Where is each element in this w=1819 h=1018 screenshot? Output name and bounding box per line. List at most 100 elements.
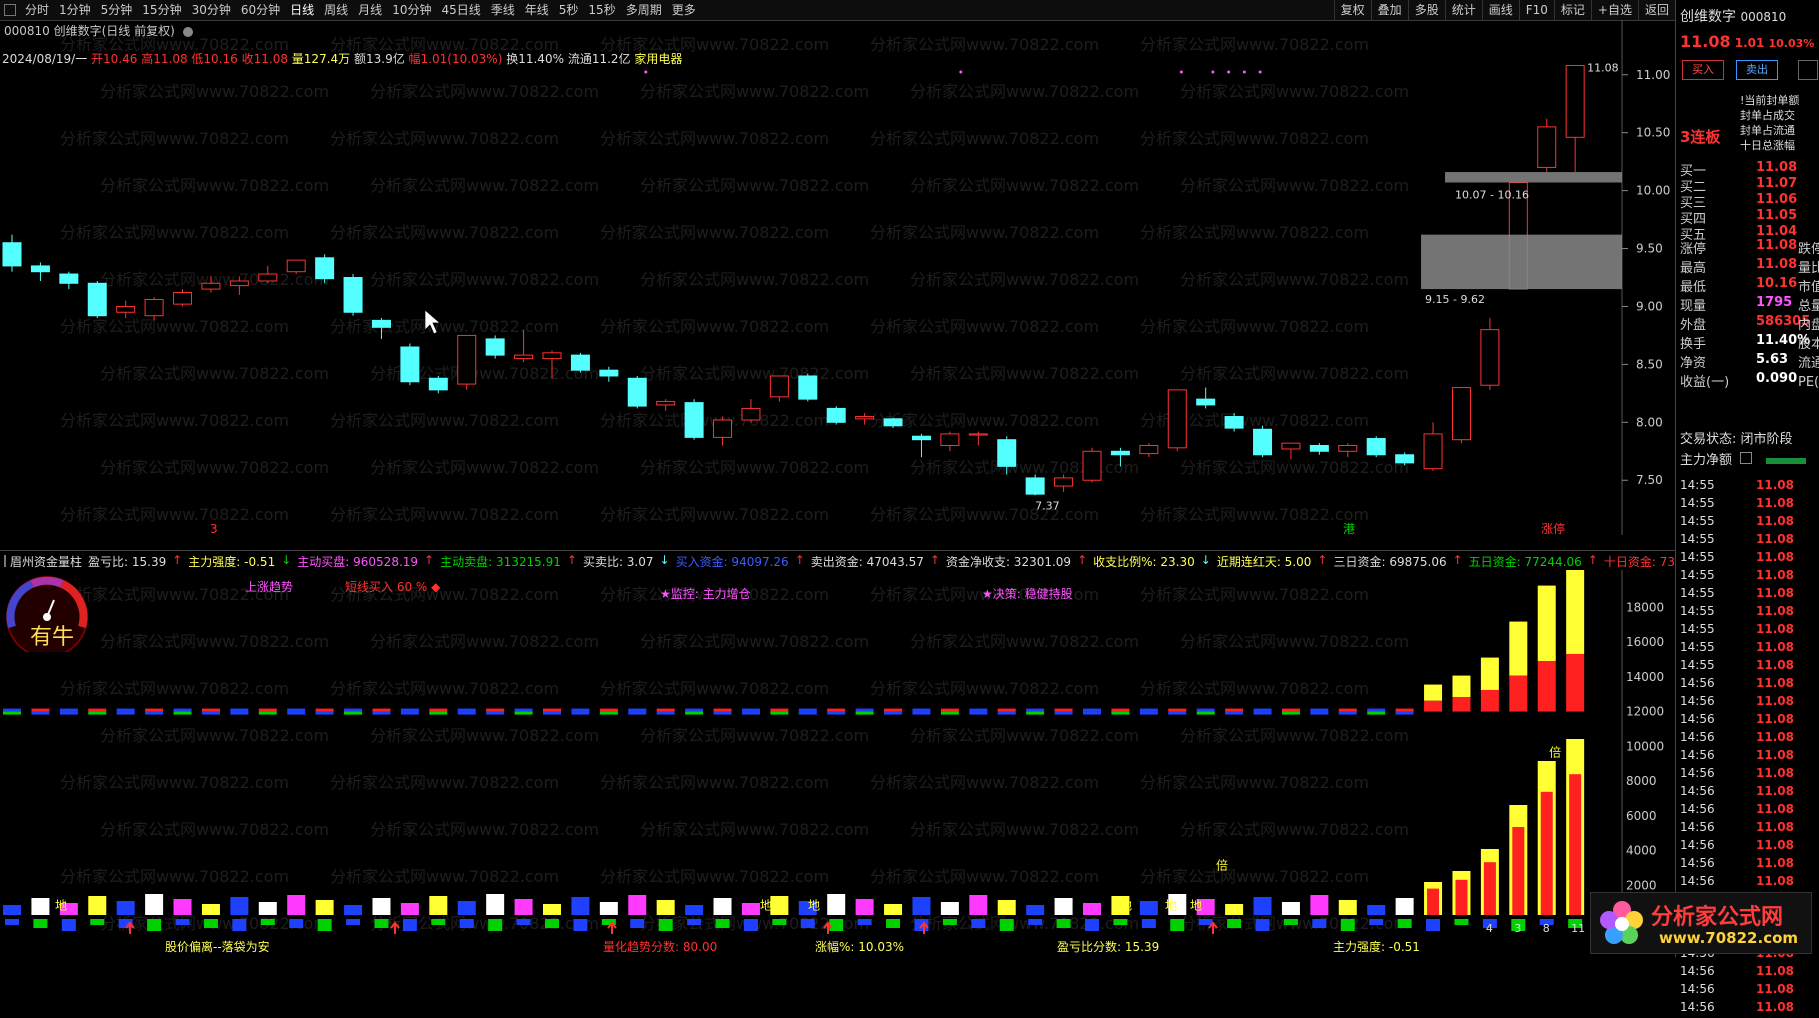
indicator-chart[interactable]: 18000 16000 14000 12000 10000 8000 6000 4000 200… xyxy=(0,570,1675,938)
candle-body[interactable] xyxy=(826,407,846,423)
candle-body[interactable] xyxy=(997,439,1017,467)
buy-button[interactable]: 买入 xyxy=(1682,60,1724,80)
candle-body[interactable] xyxy=(713,419,733,438)
volume-bar xyxy=(258,902,277,915)
candle-body[interactable] xyxy=(1196,398,1216,406)
period-tab-1[interactable]: 1分钟 xyxy=(54,0,96,20)
candle-body[interactable] xyxy=(769,375,789,398)
volume-bar xyxy=(3,905,21,915)
candle-body[interactable] xyxy=(855,416,875,420)
sell-button[interactable]: 卖出 xyxy=(1736,60,1778,80)
indicator-name[interactable]: 眉州资金量柱 xyxy=(10,553,82,570)
candle-body[interactable] xyxy=(201,282,221,290)
tool-0[interactable]: 复权 xyxy=(1333,0,1371,20)
candle-body[interactable] xyxy=(741,407,761,421)
candle-body[interactable] xyxy=(343,277,363,313)
tool-8[interactable]: 返回 xyxy=(1637,0,1675,20)
candle-body[interactable] xyxy=(570,354,590,371)
candle-body[interactable] xyxy=(457,334,477,385)
candle-body[interactable] xyxy=(1253,428,1273,456)
period-tab-11[interactable]: 季线 xyxy=(486,0,520,20)
period-tab-13[interactable]: 5秒 xyxy=(554,0,584,20)
info-icon[interactable] xyxy=(182,26,193,37)
candle-body[interactable] xyxy=(627,377,647,407)
period-tab-4[interactable]: 30分钟 xyxy=(187,0,236,20)
indicator-toggle-icon[interactable] xyxy=(4,555,6,567)
candle-body[interactable] xyxy=(87,282,107,317)
period-tab-10[interactable]: 45日线 xyxy=(436,0,485,20)
candle-body[interactable] xyxy=(116,305,136,313)
period-tab-2[interactable]: 5分钟 xyxy=(96,0,138,20)
candle-body[interactable] xyxy=(1366,438,1386,456)
candle-body[interactable] xyxy=(2,242,22,267)
candle-body[interactable] xyxy=(1309,444,1329,452)
candle-body[interactable] xyxy=(400,346,420,383)
candle-body[interactable] xyxy=(1139,444,1159,455)
period-tab-14[interactable]: 15秒 xyxy=(583,0,620,20)
tool-7[interactable]: +自选 xyxy=(1590,0,1638,20)
period-tab-5[interactable]: 60分钟 xyxy=(236,0,285,20)
candle-body[interactable] xyxy=(1224,416,1244,429)
candle-body[interactable] xyxy=(883,418,903,427)
tick-time: 14:56 xyxy=(1680,964,1715,978)
flow-bar xyxy=(429,708,448,712)
indicator-value-11: ↑ xyxy=(794,552,805,567)
period-tab-9[interactable]: 10分钟 xyxy=(387,0,436,20)
candle-body[interactable] xyxy=(684,402,704,438)
candle-body[interactable] xyxy=(229,280,249,287)
period-tab-0[interactable]: 分时 xyxy=(20,0,54,20)
period-tab-3[interactable]: 15分钟 xyxy=(137,0,186,20)
tick-time: 14:55 xyxy=(1680,514,1715,528)
candle-body[interactable] xyxy=(1395,454,1415,464)
candle-body[interactable] xyxy=(315,257,335,280)
candle-body[interactable] xyxy=(940,433,960,446)
candle-body[interactable] xyxy=(1423,433,1443,470)
candle-body[interactable] xyxy=(30,265,50,273)
candle-body[interactable] xyxy=(1281,442,1301,450)
candle-body[interactable] xyxy=(911,435,931,441)
candle-body[interactable] xyxy=(59,273,79,284)
candle-body[interactable] xyxy=(514,354,534,360)
candle-body[interactable] xyxy=(1537,126,1557,168)
candle-body[interactable] xyxy=(144,299,164,317)
period-tab-12[interactable]: 年线 xyxy=(520,0,554,20)
tool-5[interactable]: F10 xyxy=(1518,0,1554,20)
window-toggle-icon[interactable] xyxy=(4,4,16,16)
candle-body[interactable] xyxy=(1054,477,1074,487)
period-tab-7[interactable]: 周线 xyxy=(319,0,353,20)
tool-2[interactable]: 多股 xyxy=(1407,0,1445,20)
candle-body[interactable] xyxy=(599,369,619,377)
candle-body[interactable] xyxy=(1565,64,1585,138)
candle-body[interactable] xyxy=(258,273,278,282)
main-net-icon[interactable] xyxy=(1740,452,1753,464)
more-button[interactable] xyxy=(1798,60,1818,80)
candle-body[interactable] xyxy=(1110,450,1130,456)
candle-body[interactable] xyxy=(371,319,391,328)
period-tab-16[interactable]: 更多 xyxy=(667,0,701,20)
candle-body[interactable] xyxy=(656,400,676,406)
tool-1[interactable]: 叠加 xyxy=(1370,0,1408,20)
tool-4[interactable]: 画线 xyxy=(1481,0,1519,20)
candle-body[interactable] xyxy=(1480,329,1500,386)
candle-body[interactable] xyxy=(968,433,988,436)
candle-body[interactable] xyxy=(173,292,193,305)
tool-3[interactable]: 统计 xyxy=(1444,0,1482,20)
candle-body[interactable] xyxy=(485,338,505,356)
candle-body[interactable] xyxy=(428,377,448,391)
candle-body[interactable] xyxy=(1451,387,1471,441)
candle-body[interactable] xyxy=(1025,477,1045,495)
candle-body[interactable] xyxy=(542,352,562,360)
candle-body[interactable] xyxy=(798,375,818,400)
candle-body[interactable] xyxy=(1167,389,1187,449)
candlestick-chart[interactable]: 11.00 10.50 10.00 9.50 9.00 8.50 8.00 7.50 分析家公式… xyxy=(0,20,1675,535)
y-tick-label: 9.00 xyxy=(1636,299,1663,313)
candle-body[interactable] xyxy=(1082,450,1102,481)
flow-bar xyxy=(543,708,561,712)
period-tab-6[interactable]: 日线 xyxy=(285,0,319,20)
candle-body[interactable] xyxy=(286,259,306,273)
stock-name: 创维数字 xyxy=(1680,9,1736,25)
period-tab-15[interactable]: 多周期 xyxy=(621,0,667,20)
period-tab-8[interactable]: 月线 xyxy=(353,0,387,20)
candle-body[interactable] xyxy=(1338,444,1358,452)
tool-6[interactable]: 标记 xyxy=(1553,0,1591,20)
